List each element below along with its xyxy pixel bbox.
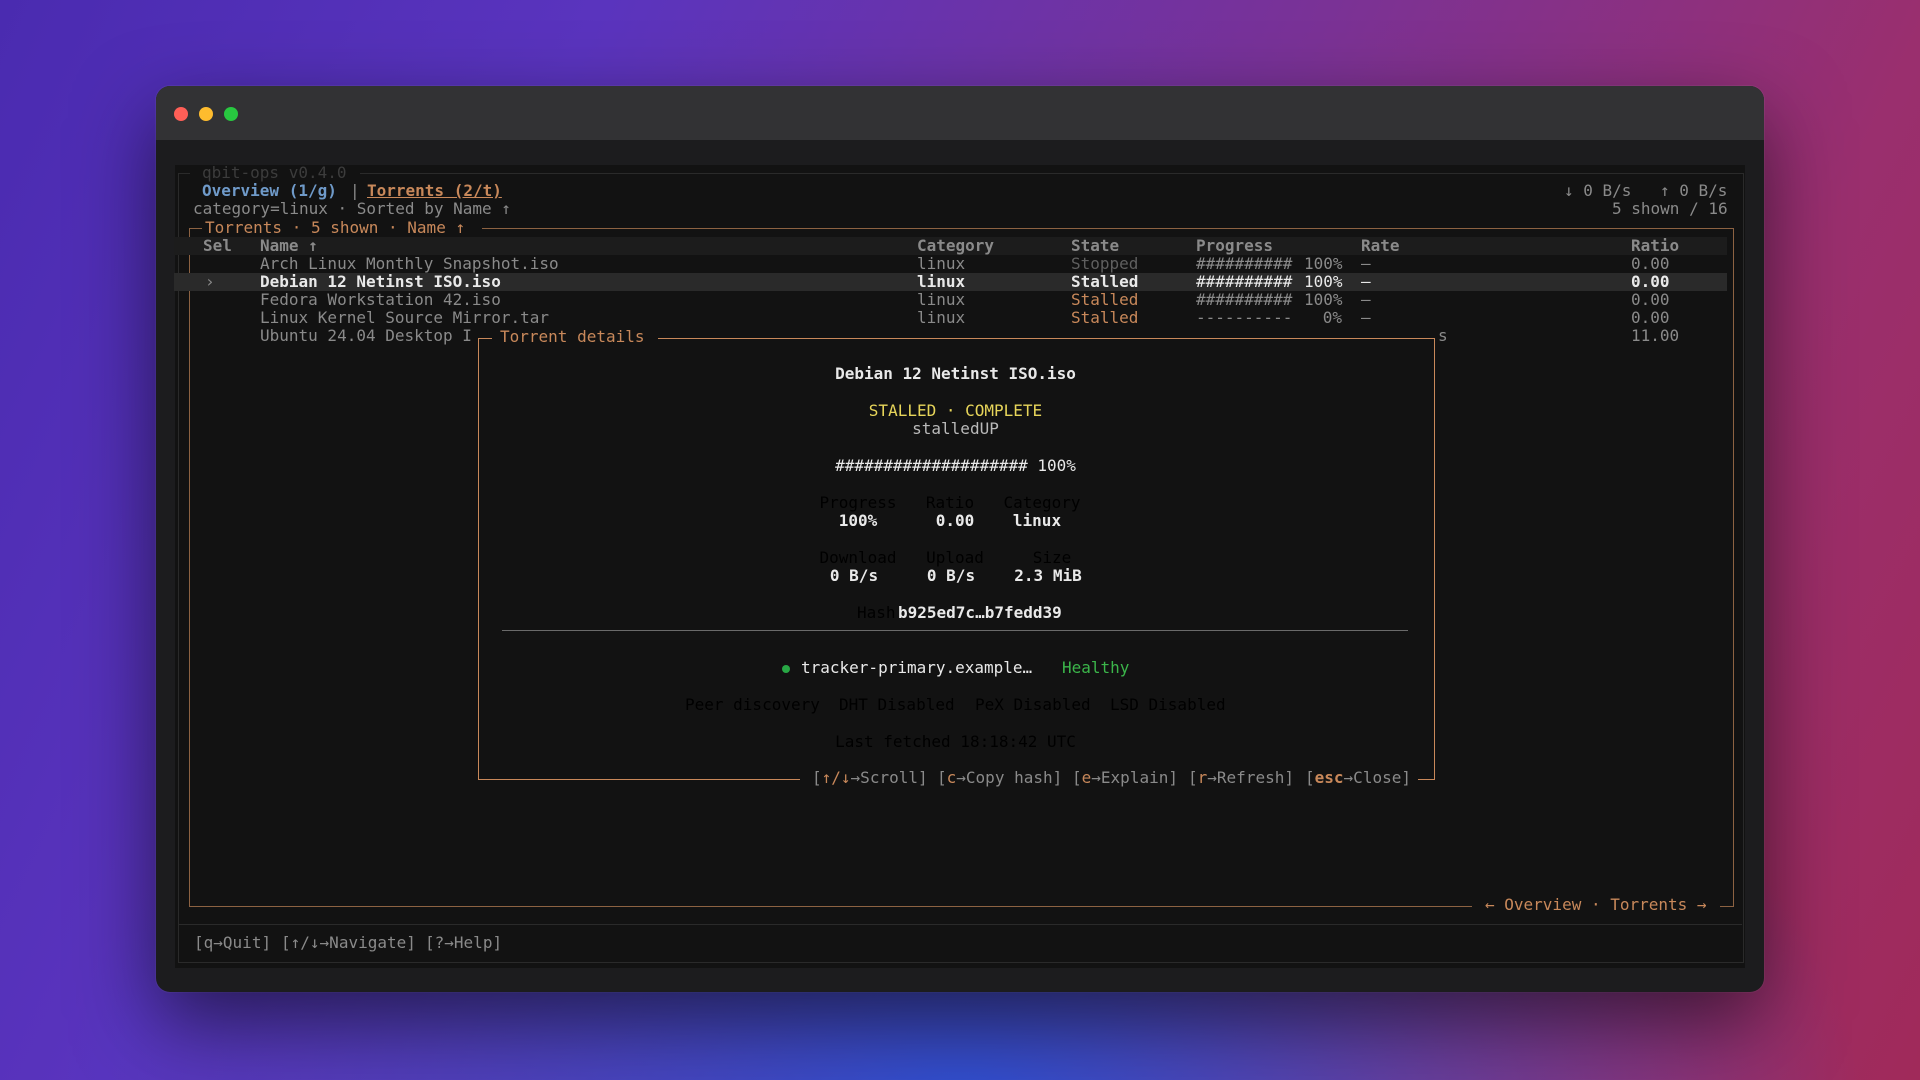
row-state: Stalled — [1071, 308, 1139, 327]
row-ratio: 0.00 — [1631, 308, 1670, 327]
details-progress-bar: #################### 100% — [835, 456, 1076, 475]
row-progress: 100% — [1304, 290, 1343, 309]
row-ratio: 0.00 — [1631, 290, 1670, 309]
stat-download-value: 0 B/s — [829, 566, 879, 585]
download-rate: ↓ 0 B/s — [1564, 181, 1632, 200]
stat-category-value: linux — [1012, 511, 1062, 530]
dht-status: DHT Disabled — [839, 695, 955, 714]
close-window-button[interactable] — [174, 107, 188, 121]
row-name: Arch Linux Monthly Snapshot.iso — [260, 254, 559, 273]
details-substatus: stalledUP — [912, 419, 999, 438]
row-category: linux — [917, 308, 966, 327]
lsd-status: LSD Disabled — [1110, 695, 1226, 714]
col-progress[interactable]: Progress — [1196, 237, 1273, 255]
row-state: Stopped — [1071, 254, 1139, 273]
stat-upload-label: Upload — [926, 548, 984, 567]
row-name: Fedora Workstation 42.iso — [260, 290, 501, 309]
app-title: qbit-ops v0.4.0 — [202, 163, 347, 182]
stat-progress-value: 100% — [838, 511, 878, 530]
stat-download-label: Download — [819, 548, 897, 567]
col-category[interactable]: Category — [917, 237, 994, 255]
key-refresh[interactable]: [r→Refresh] — [1188, 769, 1294, 787]
row-progress: 0% — [1322, 308, 1342, 327]
shown-count: 5 shown / 16 — [1612, 199, 1728, 218]
row-rate: – — [1361, 308, 1371, 327]
row-ratio: 11.00 — [1631, 326, 1680, 345]
row-rate: – — [1361, 272, 1371, 291]
status-key-navigate[interactable]: [↑/↓→Navigate] — [281, 934, 416, 952]
key-explain[interactable]: [e→Explain] — [1072, 769, 1178, 787]
tab-separator: | — [350, 181, 360, 200]
stat-size-value: 2.3 MiB — [1014, 566, 1082, 585]
hash-label: Hash — [857, 603, 896, 622]
stat-upload-value: 0 B/s — [926, 566, 976, 585]
stat-category-label: Category — [1003, 493, 1081, 512]
row-rate: – — [1361, 290, 1371, 309]
col-rate[interactable]: Rate — [1361, 237, 1400, 255]
row-state: Stalled — [1071, 272, 1139, 291]
details-torrent-name: Debian 12 Netinst ISO.iso — [835, 364, 1076, 383]
col-state[interactable]: State — [1071, 237, 1119, 255]
status-key-quit[interactable]: [q→Quit] — [194, 934, 271, 952]
hash-value[interactable]: b925ed7c…b7fedd39 — [898, 604, 1062, 622]
row-progress: 100% — [1304, 272, 1343, 291]
stat-ratio-label: Ratio — [925, 493, 975, 512]
pex-status: PeX Disabled — [975, 695, 1091, 714]
row-progress: 100% — [1304, 254, 1343, 273]
row-rate: – — [1361, 254, 1371, 273]
row-category: linux — [917, 254, 966, 273]
window-titlebar — [156, 86, 1764, 140]
modal-title: Torrent details — [500, 327, 645, 346]
row-rate: s — [1438, 326, 1448, 345]
row-progress-bar: ########## — [1196, 272, 1293, 291]
last-fetched: Last fetched 18:18:42 UTC — [835, 732, 1076, 751]
panel-title: Torrents · 5 shown · Name ↑ — [205, 218, 466, 237]
zoom-window-button[interactable] — [224, 107, 238, 121]
tracker-name: tracker-primary.example… — [801, 658, 1033, 677]
status-key-help[interactable]: [?→Help] — [425, 934, 502, 952]
row-category: linux — [917, 290, 966, 309]
selection-marker: › — [205, 272, 215, 291]
tracker-status-dot-icon — [782, 665, 790, 673]
key-close[interactable]: [esc→Close] — [1305, 769, 1411, 787]
row-name: Ubuntu 24.04 Desktop I — [260, 326, 472, 345]
key-scroll[interactable]: [↑/↓→Scroll] — [812, 769, 928, 787]
row-progress-bar: ########## — [1196, 254, 1293, 273]
col-name[interactable]: Name ↑ — [260, 237, 318, 255]
row-name: Debian 12 Netinst ISO.iso — [260, 272, 501, 291]
tracker-health: Healthy — [1062, 658, 1130, 677]
col-ratio[interactable]: Ratio — [1631, 237, 1679, 255]
tab-torrents[interactable]: Torrents (2/t) — [367, 182, 502, 200]
modal-divider — [502, 630, 1408, 631]
stat-size-label: Size — [1032, 548, 1072, 567]
row-progress-bar: ########## — [1196, 290, 1293, 309]
stat-progress-label: Progress — [819, 493, 897, 512]
peer-discovery-label: Peer discovery — [685, 695, 820, 714]
minimize-window-button[interactable] — [199, 107, 213, 121]
row-progress-bar: ---------- — [1196, 308, 1293, 327]
details-status: STALLED · COMPLETE — [868, 401, 1043, 420]
tab-overview[interactable]: Overview (1/g) — [202, 182, 337, 200]
row-category: linux — [917, 272, 966, 291]
stat-ratio-value: 0.00 — [935, 511, 975, 530]
row-name: Linux Kernel Source Mirror.tar — [260, 308, 549, 327]
col-sel: Sel — [203, 236, 232, 255]
row-ratio: 0.00 — [1631, 254, 1670, 273]
row-ratio: 0.00 — [1631, 272, 1670, 291]
upload-rate: ↑ 0 B/s — [1660, 181, 1728, 200]
row-state: Stalled — [1071, 290, 1139, 309]
key-copy-hash[interactable]: [c→Copy hash] — [937, 769, 1062, 787]
panel-footer-nav[interactable]: ← Overview · Torrents → — [1485, 896, 1707, 914]
filter-line: category=linux · Sorted by Name ↑ — [193, 199, 511, 218]
